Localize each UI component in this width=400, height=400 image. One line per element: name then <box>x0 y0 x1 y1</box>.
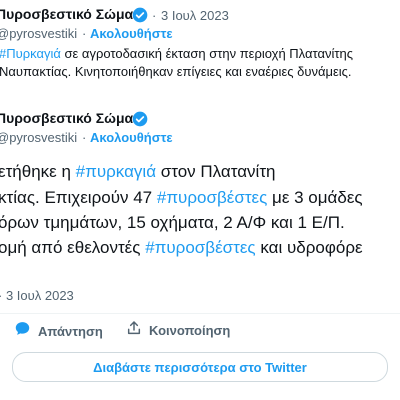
tweet1-follow-link[interactable]: Ακολουθήστε <box>90 26 173 41</box>
share-icon <box>126 320 142 341</box>
reply-button[interactable]: Απάντηση <box>14 320 103 342</box>
tweet2-follow-link[interactable]: Ακολουθήστε <box>90 130 173 145</box>
tweet2-text-line3: όρων τμημάτων, 15 οχήματα, 2 Α/Φ και 1 Ε… <box>0 213 345 232</box>
tweet1-handle[interactable]: @pyrosvestiki <box>0 26 77 41</box>
tweet1-text-line1: #Πυρκαγιά σε αγροτοδασική έκταση στην πε… <box>0 46 353 61</box>
reply-icon <box>14 320 31 342</box>
tweet2-text-line4: ομή από εθελοντές #πυροσβέστες και υδροφ… <box>0 238 363 257</box>
hashtag-link[interactable]: #πυροσβέστες <box>145 238 255 257</box>
tweet1-separator: · <box>152 8 157 23</box>
tweet1-dot: · <box>82 26 87 41</box>
tweet1-date[interactable]: 3 Ιουλ 2023 <box>161 8 229 23</box>
reply-label: Απάντηση <box>38 323 103 339</box>
hashtag-link[interactable]: #πυρκαγιά <box>76 162 156 181</box>
tweet2-handle[interactable]: @pyrosvestiki <box>0 130 77 145</box>
hashtag-link[interactable]: #πυροσβέστες <box>157 188 267 207</box>
verified-icon <box>132 111 148 132</box>
tweet2-text-line1: ετήθηκε η #πυρκαγιά στον Πλατανίτη <box>0 162 276 181</box>
verified-icon <box>132 7 148 28</box>
read-more-button[interactable]: Διαβάστε περισσότερα στο Twitter <box>12 352 388 382</box>
share-button[interactable]: Κοινοποίηση <box>126 320 230 341</box>
tweet1-text-line2: Ναυπακτίας. Κινητοποιήθηκαν επίγειες και… <box>0 64 352 79</box>
divider <box>0 313 400 314</box>
share-label: Κοινοποίηση <box>149 323 231 338</box>
tweet2-dot: · <box>82 130 87 145</box>
tweet2-date[interactable]: · 3 Ιουλ 2023 <box>0 288 74 303</box>
hashtag-link[interactable]: #Πυρκαγιά <box>0 46 61 61</box>
tweet1-author-name[interactable]: Πυροσβεστικό Σώμα <box>0 6 133 22</box>
tweet2-text-line2: κτίας. Επιχειρούν 47 #πυροσβέστες με 3 ο… <box>0 188 363 207</box>
tweet2-author-name[interactable]: Πυροσβεστικό Σώμα <box>0 110 133 126</box>
